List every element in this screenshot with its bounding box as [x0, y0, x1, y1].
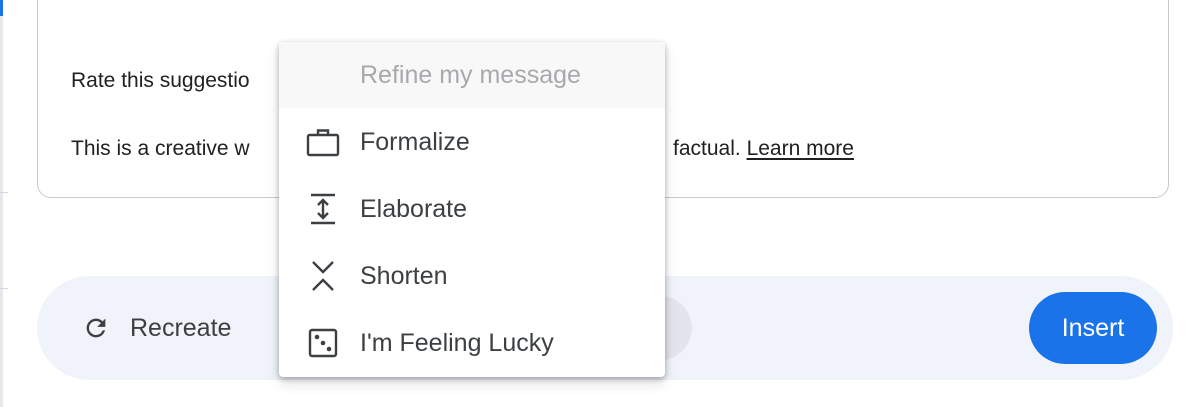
expand-vertical-icon: [306, 192, 340, 226]
disclaimer-tail: factual. Learn more: [673, 137, 854, 161]
refine-menu: Refine my message Formalize Elaborate Sh…: [279, 42, 665, 377]
disclaimer-text: This is a creative w: [71, 137, 250, 160]
briefcase-icon: [306, 125, 340, 159]
edge-divider: [0, 288, 8, 289]
menu-header-label: Refine my message: [360, 60, 581, 89]
refresh-icon: [82, 314, 110, 342]
edge-divider: [0, 192, 8, 193]
menu-item-label: Shorten: [360, 261, 448, 290]
menu-item-label: Formalize: [360, 127, 470, 156]
menu-header: Refine my message: [279, 42, 665, 108]
menu-item-formalize[interactable]: Formalize: [279, 109, 665, 175]
menu-item-label: Elaborate: [360, 194, 468, 223]
recreate-button[interactable]: Recreate: [82, 307, 231, 349]
rate-suggestion-text: Rate this suggestio: [71, 69, 250, 92]
insert-button[interactable]: Insert: [1029, 292, 1157, 364]
learn-more-link[interactable]: Learn more: [747, 137, 854, 160]
left-edge-accent: [0, 0, 3, 16]
dice-icon: [306, 326, 340, 360]
recreate-label: Recreate: [130, 313, 232, 342]
menu-item-shorten[interactable]: Shorten: [279, 243, 665, 309]
menu-item-label: I'm Feeling Lucky: [360, 328, 554, 357]
left-edge-panel: [0, 0, 3, 407]
collapse-vertical-icon: [306, 259, 340, 293]
menu-item-elaborate[interactable]: Elaborate: [279, 176, 665, 242]
disclaimer-tail-text: factual.: [673, 137, 741, 160]
page: Rate this suggestio This is a creative w…: [0, 0, 1199, 407]
menu-item-feeling-lucky[interactable]: I'm Feeling Lucky: [279, 310, 665, 376]
